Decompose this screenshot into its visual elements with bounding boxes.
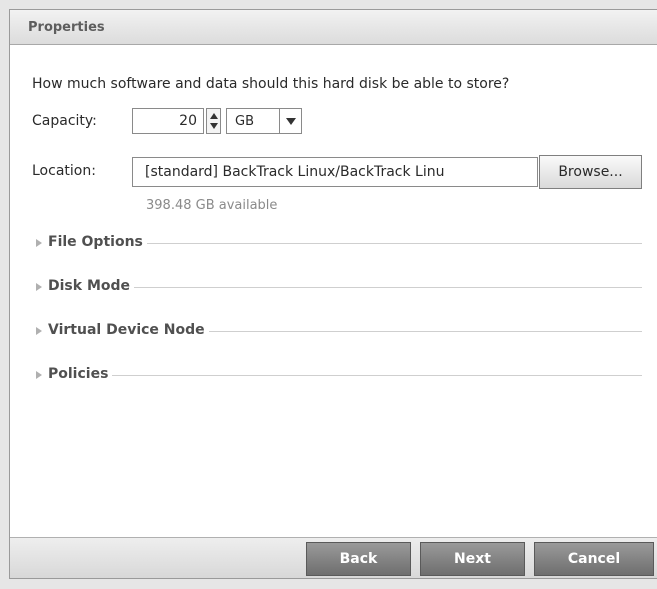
panel-title: Properties [28,20,105,35]
section-label[interactable]: File Options [48,234,147,250]
available-space: 398.48 GB available [146,198,278,213]
capacity-question: How much software and data should this h… [32,76,510,92]
capacity-input[interactable]: 20 [132,108,204,134]
cancel-button[interactable]: Cancel [534,542,654,576]
spin-down-icon[interactable] [210,123,218,129]
section-divider [48,287,642,288]
back-button[interactable]: Back [306,542,411,576]
expand-arrow-icon[interactable] [36,371,42,379]
unit-value: GB [235,114,254,129]
section-label[interactable]: Virtual Device Node [48,322,209,338]
browse-button[interactable]: Browse... [539,155,642,189]
section-file-options[interactable]: File Options [32,234,642,254]
location-input[interactable]: [standard] BackTrack Linux/BackTrack Lin… [132,157,538,187]
spin-up-icon[interactable] [210,113,218,119]
unit-dropdown[interactable]: GB [226,108,302,134]
chevron-down-icon[interactable] [286,118,296,125]
section-policies[interactable]: Policies [32,366,642,386]
capacity-spinner[interactable] [206,108,221,134]
properties-panel: Properties How much software and data sh… [9,9,657,579]
panel-header: Properties [10,10,657,45]
unit-divider [279,109,280,133]
location-label: Location: [32,163,96,179]
section-virtual-device-node[interactable]: Virtual Device Node [32,322,642,342]
expand-arrow-icon[interactable] [36,239,42,247]
next-button[interactable]: Next [420,542,525,576]
section-disk-mode[interactable]: Disk Mode [32,278,642,298]
section-label[interactable]: Disk Mode [48,278,135,294]
section-label[interactable]: Policies [48,366,113,382]
section-divider [48,375,642,376]
expand-arrow-icon[interactable] [36,283,42,291]
wizard-footer: Back Next Cancel [10,537,657,578]
capacity-label: Capacity: [32,113,97,129]
expand-arrow-icon[interactable] [36,327,42,335]
